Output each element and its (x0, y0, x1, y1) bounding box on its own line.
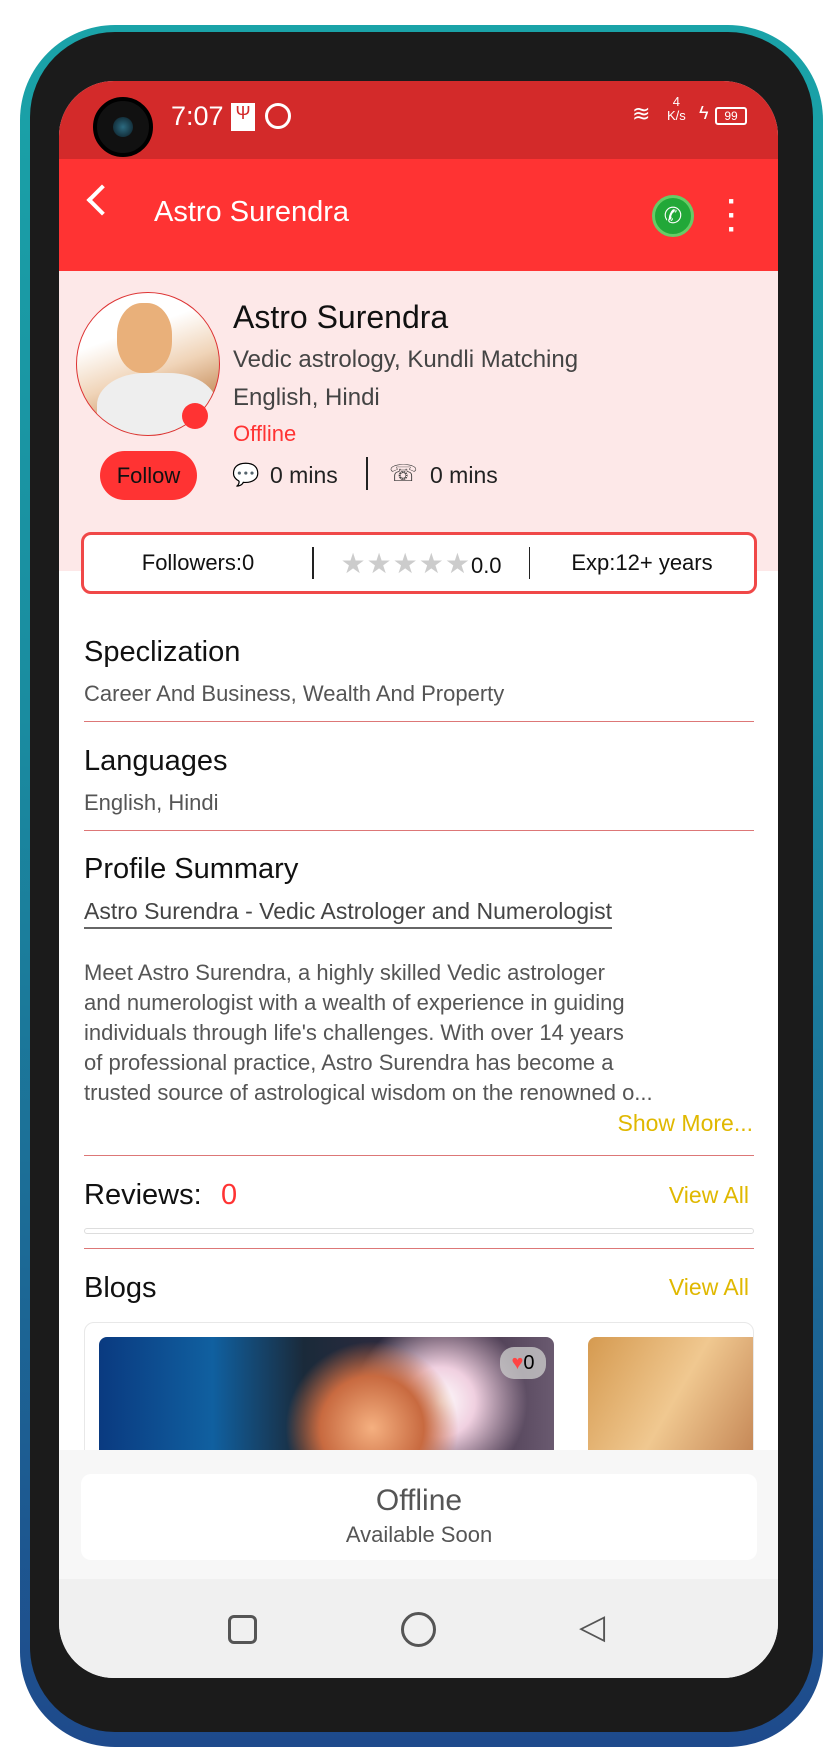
reviews-count: 0 (221, 1179, 238, 1211)
blogs-title: Blogs (84, 1272, 157, 1304)
divider (84, 830, 754, 831)
languages-title: Languages (84, 745, 228, 777)
languages-value: English, Hindi (84, 790, 219, 815)
like-count: 0 (523, 1352, 535, 1374)
system-nav-bar: ◁ (59, 1579, 778, 1678)
availability-card[interactable]: Offline Available Soon (81, 1474, 757, 1560)
divider (84, 1155, 754, 1156)
recents-icon[interactable] (228, 1615, 257, 1644)
net-speed-value: 4 (672, 94, 681, 109)
blog-card-image[interactable]: ♥0 (99, 1337, 554, 1461)
back-icon[interactable]: ◁ (579, 1607, 605, 1647)
summary-headline[interactable]: Astro Surendra - Vedic Astrologer and Nu… (84, 898, 612, 929)
avatar-face (117, 303, 172, 373)
experience-stat: Exp:12+ years (530, 550, 754, 576)
follow-button[interactable]: Follow (100, 451, 197, 500)
offline-indicator (182, 403, 208, 429)
summary-line: trusted source of astrological wisdom on… (84, 1080, 653, 1105)
summary-line: Meet Astro Surendra, a highly skilled Ve… (84, 960, 605, 985)
reviews-title: Reviews: (84, 1179, 202, 1211)
reviews-view-all[interactable]: View All (669, 1182, 749, 1209)
call-icon: ☏ (389, 460, 418, 486)
whatsapp-icon[interactable]: ✆ (652, 195, 694, 237)
divider (84, 1248, 754, 1249)
specialization-title: Speclization (84, 636, 241, 668)
summary-line: and numerologist with a wealth of experi… (84, 990, 625, 1015)
profile-header: Astro Surendra Vedic astrology, Kundli M… (59, 271, 778, 571)
net-speed-unit: K/s (667, 108, 686, 123)
screen: 7:07 Ψ ≋ 4 K/s ϟ 99 Astro Surendra ✆ · · · … (59, 81, 778, 1678)
languages: English, Hindi (233, 384, 380, 411)
net-speed: 4 K/s (667, 95, 686, 123)
followers-label: Followers: (141, 550, 242, 575)
battery-icon: 99 (715, 107, 747, 125)
camera-icon (93, 97, 153, 157)
skills: Vedic astrology, Kundli Matching (233, 346, 579, 373)
show-more-link[interactable]: Show More... (618, 1110, 754, 1137)
rating-value: 0.0 (470, 552, 502, 578)
status-time: 7:07 (171, 101, 224, 131)
astrologer-name: Astro Surendra (233, 299, 449, 335)
online-status: Offline (233, 421, 297, 446)
wifi-icon: ≋ (632, 101, 651, 126)
chat-time: 0 mins (270, 462, 338, 488)
back-arrow-icon[interactable] (86, 184, 118, 216)
like-badge[interactable]: ♥0 (500, 1347, 546, 1379)
heart-icon: ♥ (511, 1352, 524, 1374)
more-vert-icon[interactable]: · · · (727, 187, 737, 245)
call-time: 0 mins (430, 462, 498, 488)
app-bar: Astro Surendra ✆ · · · (59, 159, 778, 271)
exp-value: 12+ years (615, 550, 713, 575)
star-icons: ★★★★★ (340, 547, 471, 579)
app-bar-title: Astro Surendra (154, 196, 350, 228)
status-bar: 7:07 Ψ ≋ 4 K/s ϟ 99 (59, 81, 778, 159)
sync-icon (265, 103, 291, 129)
usb-icon: Ψ (231, 103, 255, 131)
followers-stat: Followers:0 (84, 550, 312, 576)
availability-subtitle: Available Soon (345, 1522, 493, 1547)
summary-line: of professional practice, Astro Surendra… (84, 1050, 614, 1075)
specialization-value: Career And Business, Wealth And Property (84, 681, 505, 706)
blogs-view-all[interactable]: View All (669, 1274, 749, 1301)
home-icon[interactable] (401, 1612, 436, 1647)
charging-icon: ϟ (699, 103, 709, 123)
reviews-list (84, 1228, 754, 1234)
blogs-carousel[interactable]: ♥0 (84, 1322, 754, 1462)
rating-stat: ★★★★★0.0 (314, 547, 529, 580)
availability-status: Offline (375, 1484, 463, 1517)
chat-icon: 💬 (232, 462, 260, 487)
summary-text: Meet Astro Surendra, a highly skilled Ve… (84, 958, 734, 1108)
profile-summary-title: Profile Summary (84, 853, 299, 885)
followers-count: 0 (242, 550, 255, 575)
divider (366, 457, 368, 490)
summary-line: individuals through life's challenges. W… (84, 1020, 624, 1045)
blog-card-image[interactable] (588, 1337, 753, 1461)
bottom-bar: Offline Available Soon (59, 1450, 778, 1579)
stats-card: Followers:0 ★★★★★0.0 Exp:12+ years (81, 532, 757, 594)
divider (84, 721, 754, 722)
exp-label: Exp: (571, 550, 616, 575)
